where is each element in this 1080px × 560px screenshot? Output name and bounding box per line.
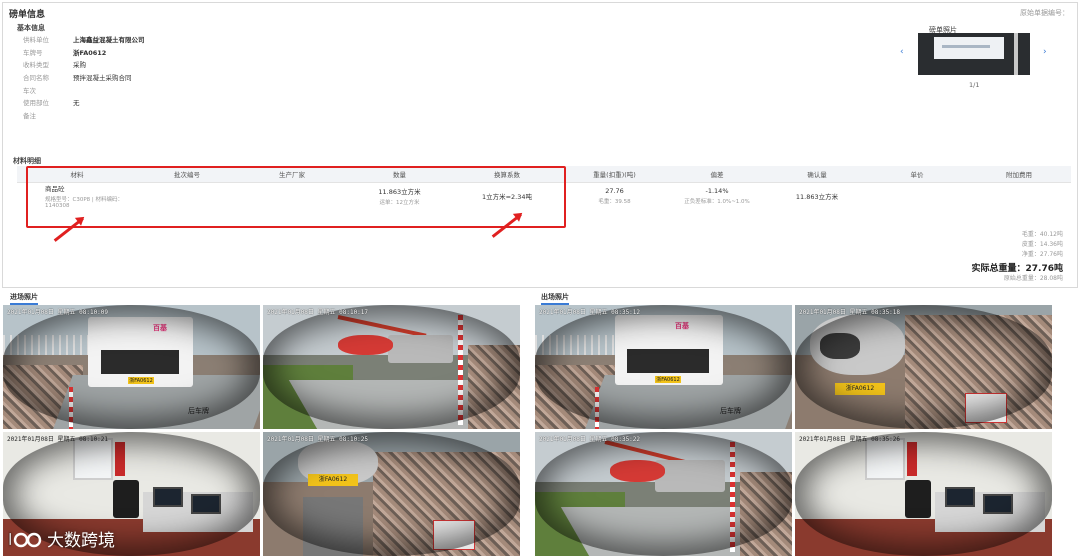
exit-photo-2[interactable]: 浙FA0612 2021年01月08日 星期五 08:35:18 xyxy=(795,305,1052,429)
watermark: l 大数跨境 xyxy=(8,526,115,551)
material-details-title: 材料明细 xyxy=(13,157,41,165)
price-cell xyxy=(867,182,967,210)
weight-gross: 毛重：39.58 xyxy=(598,199,631,206)
entry-photo-2[interactable]: 2021年01月08日 星期五 08:10:17 xyxy=(263,305,520,429)
info-row-plate: 车牌号 浙FA0612 xyxy=(23,46,145,59)
info-row-trip: 车次 xyxy=(23,83,145,96)
photo-timestamp: 2021年01月08日 星期五 08:10:21 xyxy=(7,436,109,443)
photo-prev-button[interactable]: ‹ xyxy=(900,47,904,57)
panel-title: 磅单信息 xyxy=(9,10,46,20)
photo-timestamp: 2021年01月08日 星期五 08:35:18 xyxy=(799,309,901,316)
basic-info-title: 基本信息 xyxy=(17,24,45,32)
net-weight: 净重：27.76吨 xyxy=(1021,251,1063,258)
original-total-weight: 原始总重量：28.08吨 xyxy=(1003,275,1063,282)
col-header: 偏差 xyxy=(667,166,767,183)
col-header: 确认量 xyxy=(767,166,867,183)
info-key: 收料类型 xyxy=(23,61,49,70)
photo-timestamp: 2021年01月08日 星期五 08:35:26 xyxy=(799,436,901,443)
basic-info-list: 供料单位 上海鑫益混凝土有限公司 车牌号 浙FA0612 收料类型 采购 合同名… xyxy=(23,33,145,121)
info-value: 预拌混凝土采购合同 xyxy=(73,74,132,83)
confirmed-cell: 11.863立方米 xyxy=(795,193,839,202)
entry-photo-1[interactable]: 浙FA0612 百基 后车牌 2021年01月08日 星期五 08:10:09 xyxy=(3,305,260,429)
info-value: 无 xyxy=(73,99,80,108)
info-row-type: 收料类型 采购 xyxy=(23,58,145,71)
exit-photos-title: 出场照片 xyxy=(541,292,569,305)
info-row-position: 使用部位 无 xyxy=(23,96,145,109)
info-key: 合同名称 xyxy=(23,74,49,83)
photo-pager: 1/1 xyxy=(969,81,980,89)
highlight-box xyxy=(26,166,566,228)
entry-photos-title: 进场照片 xyxy=(10,292,38,305)
deviation-standard: 正负差标准：1.0%~1.0% xyxy=(684,199,750,206)
ticket-photo[interactable] xyxy=(918,33,1030,75)
info-key: 使用部位 xyxy=(23,99,49,108)
extra-fee-cell xyxy=(967,182,1071,210)
svg-text:l: l xyxy=(8,530,12,549)
weigh-ticket-panel: 磅单信息 原始单据编号： 基本信息 供料单位 上海鑫益混凝土有限公司 车牌号 浙… xyxy=(2,2,1078,288)
tare-weight: 皮重：14.36吨 xyxy=(1021,241,1063,248)
entry-photo-4[interactable]: 浙FA0612 2021年01月08日 星期五 08:10:25 xyxy=(263,432,520,556)
deviation-cell: -1.14% 正负差标准：1.0%~1.0% xyxy=(667,182,767,210)
info-value: 采购 xyxy=(73,61,86,70)
photo-timestamp: 2021年01月08日 星期五 08:10:17 xyxy=(267,309,369,316)
info-key: 车次 xyxy=(23,86,36,95)
info-key: 车牌号 xyxy=(23,48,43,57)
info-row-supplier: 供料单位 上海鑫益混凝土有限公司 xyxy=(23,33,145,46)
exit-photo-4[interactable]: 2021年01月08日 星期五 08:35:26 xyxy=(795,432,1052,556)
photo-timestamp: 2021年01月08日 星期五 08:10:09 xyxy=(7,309,109,316)
col-header: 单价 xyxy=(867,166,967,183)
photo-timestamp: 2021年01月08日 星期五 08:35:22 xyxy=(539,436,641,443)
col-header: 重量(扣重)(吨) xyxy=(562,166,667,183)
info-row-remark: 备注 xyxy=(23,109,145,122)
info-key: 供料单位 xyxy=(23,36,49,45)
info-value: 浙FA0612 xyxy=(73,48,107,57)
brand-logo-icon: l xyxy=(8,529,42,549)
photo-timestamp: 2021年01月08日 星期五 08:10:25 xyxy=(267,436,369,443)
deviation-value: -1.14% xyxy=(705,187,729,196)
info-row-contract: 合同名称 预拌混凝土采购合同 xyxy=(23,71,145,84)
exit-photo-3[interactable]: 2021年01月08日 星期五 08:35:22 xyxy=(535,432,792,556)
info-value: 上海鑫益混凝土有限公司 xyxy=(73,36,145,45)
weight-value: 27.76 xyxy=(605,187,624,196)
photo-next-button[interactable]: › xyxy=(1043,47,1047,57)
photo-timestamp: 2021年01月08日 星期五 08:35:12 xyxy=(539,309,641,316)
weight-cell: 27.76 毛重：39.58 xyxy=(562,182,667,210)
col-header: 附加费用 xyxy=(967,166,1071,183)
original-ticket-number: 原始单据编号： xyxy=(1020,9,1069,17)
gross-weight: 毛重：40.12吨 xyxy=(1021,231,1063,238)
watermark-text: 大数跨境 xyxy=(47,531,115,551)
info-key: 备注 xyxy=(23,111,36,120)
exit-photo-1[interactable]: 浙FA0612 百基 后车牌 2021年01月08日 星期五 08:35:12 xyxy=(535,305,792,429)
